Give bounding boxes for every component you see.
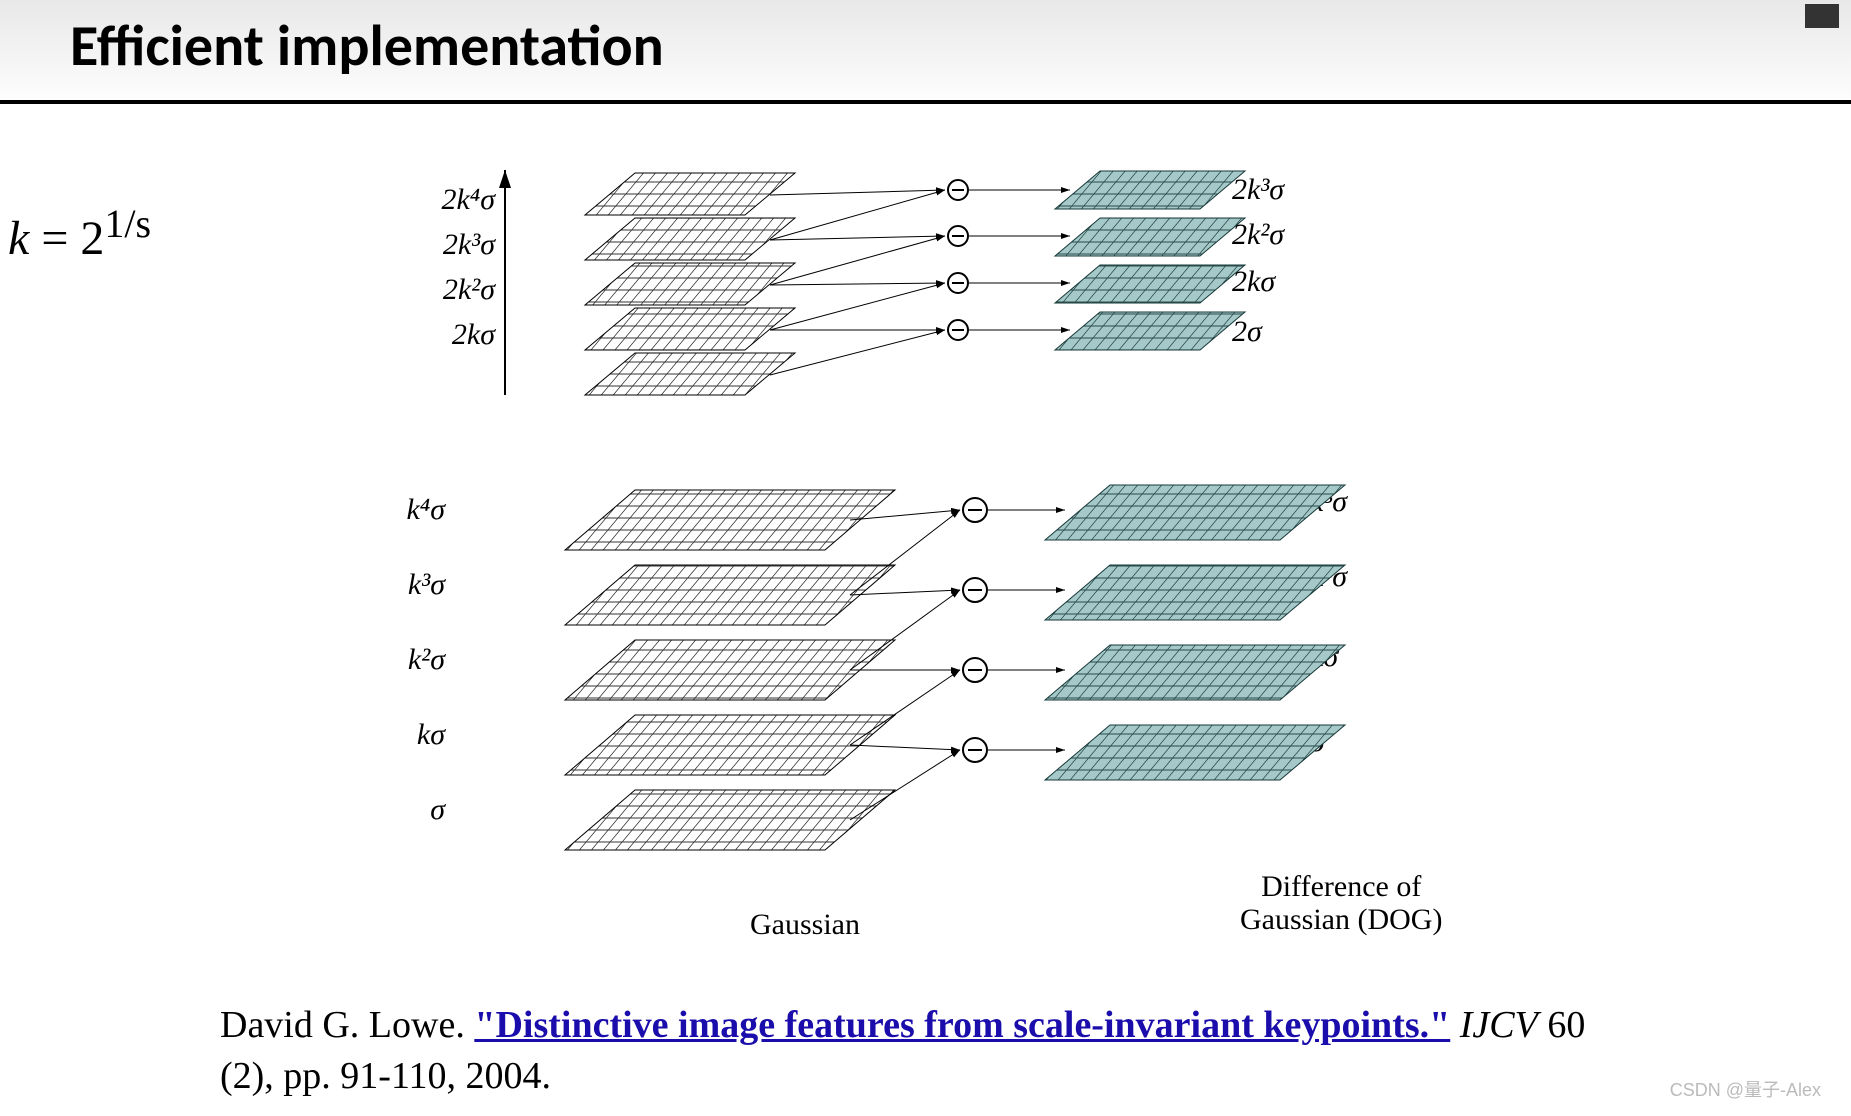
- oct2-g-label-2: 2k³σ: [400, 228, 495, 262]
- oct1-dog-stack: [1045, 485, 1345, 780]
- oct1-g-label-1: kσ: [350, 718, 445, 752]
- oct1-gaussian-stack: [565, 490, 895, 850]
- oct2-g-label-3: 2k⁴σ: [400, 183, 495, 217]
- oct1-g-label-2: k²σ: [350, 643, 445, 677]
- citation-link[interactable]: "Distinctive image features from scale-i…: [474, 1004, 1450, 1046]
- equation-k: k = 21/s: [8, 200, 151, 266]
- oct1-g-label-0: σ: [350, 793, 445, 827]
- oct2-gaussian-stack: [585, 173, 795, 395]
- oct2-arrows: [770, 180, 1070, 375]
- watermark: CSDN @量子-Alex: [1670, 1076, 1821, 1102]
- slide-header: Efficient implementation: [0, 0, 1851, 104]
- citation-author: David G. Lowe.: [220, 1004, 474, 1046]
- slide-corner-mark: [1805, 4, 1839, 28]
- oct2-dog-stack: [1055, 171, 1245, 350]
- oct1-arrows: [850, 498, 1065, 820]
- citation: David G. Lowe. "Distinctive image featur…: [220, 1000, 1620, 1103]
- citation-journal: IJCV: [1460, 1004, 1538, 1046]
- pyramid-svg: [490, 170, 1610, 960]
- slide-title: Efficient implementation: [70, 10, 664, 81]
- oct1-g-label-4: k⁴σ: [350, 493, 445, 527]
- oct2-g-label-1: 2k²σ: [400, 273, 495, 307]
- equation-eq: = 2: [29, 212, 104, 265]
- equation-k-var: k: [8, 212, 29, 265]
- oct1-g-label-3: k³σ: [350, 568, 445, 602]
- pyramid-diagram: . . 2kσ 2k²σ 2k³σ 2k⁴σ 2σ 2kσ 2k²σ 2k³σ …: [490, 170, 1610, 960]
- oct2-g-label-0: 2kσ: [400, 318, 495, 352]
- equation-sup: 1/s: [104, 201, 151, 246]
